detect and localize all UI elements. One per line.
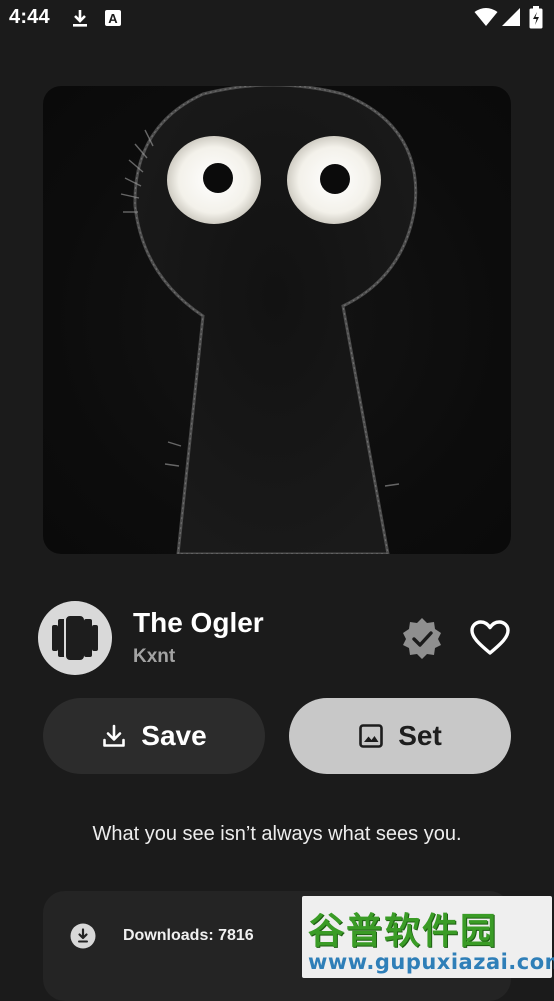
favorite-button[interactable] [466,614,514,662]
battery-icon [529,6,543,29]
phone-stack-icon [52,614,98,662]
wallpaper-title: The Ogler [133,607,264,638]
set-button-label: Set [398,720,442,751]
creature-artwork [120,86,418,554]
save-button[interactable]: Save [43,698,265,774]
wallpaper-author[interactable]: Kxnt [133,646,175,668]
download-icon [73,10,87,27]
wallpaper-artwork[interactable] [43,86,511,554]
download-circle-icon [70,923,96,949]
download-icon [103,724,126,747]
svg-text:A: A [108,11,118,26]
set-button[interactable]: Set [289,698,511,774]
wifi-icon [474,8,498,26]
status-time: 4:44 [9,6,50,28]
watermark: 谷普软件园 www.gupuxiazai.com [302,896,554,978]
verified-badge-icon [403,618,441,659]
downloads-count: Downloads: 7816 [123,927,254,944]
signal-icon [502,8,520,26]
watermark-title: 谷普软件园 [308,911,499,952]
heart-outline-icon [470,620,510,655]
save-button-label: Save [141,720,207,751]
a-badge-icon: A [105,10,121,26]
wallpaper-description: What you see isn’t always what sees you. [92,823,462,845]
status-bar: 4:44 A [0,0,554,36]
artist-avatar[interactable] [38,601,112,675]
watermark-url: www.gupuxiazai.com [308,950,554,974]
image-icon [359,724,384,748]
